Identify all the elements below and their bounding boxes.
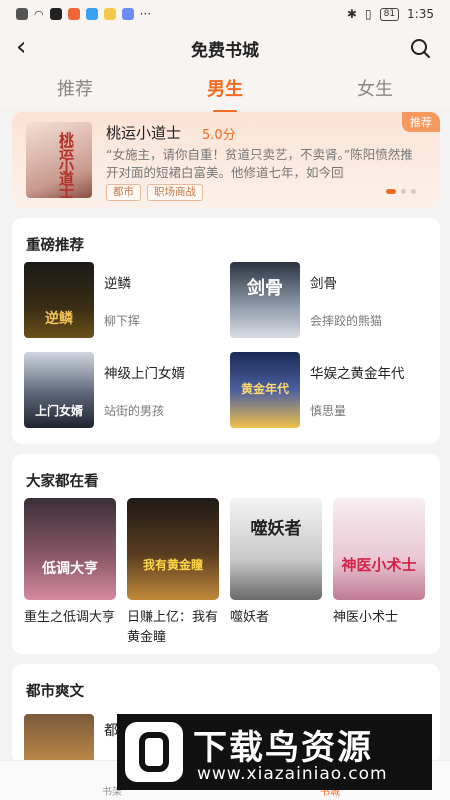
featured-title[interactable]: 桃运小道士 <box>106 122 181 143</box>
book-cover[interactable]: 逆鳞 <box>24 262 94 338</box>
book-cover[interactable]: 剑骨 <box>230 262 300 338</box>
book-cover[interactable]: 上门女婿 <box>24 352 94 428</box>
recommend-badge: 推荐 <box>402 112 440 132</box>
cover-title: 我有黄金瞳 <box>142 558 203 572</box>
wifi-icon: ◠ <box>34 7 44 21</box>
featured-cover-title: 桃运小道士 <box>57 132 75 197</box>
book-cover[interactable]: 噬妖者 <box>230 498 322 600</box>
book-cover[interactable]: 神医小术士 <box>333 498 425 600</box>
book-cover[interactable]: 我有黄金瞳 <box>127 498 219 600</box>
cover-title: 噬妖者 <box>250 519 302 539</box>
book-author: 慎思量 <box>310 404 347 418</box>
book-item[interactable]: 逆鳞 逆鳞 柳下挥 <box>24 262 224 338</box>
book-title[interactable]: 剑骨 <box>310 272 337 292</box>
back-icon[interactable]: ‹ <box>16 34 26 60</box>
clock: 1:35 <box>407 7 434 21</box>
book-item[interactable]: 噬妖者 噬妖者 <box>230 498 322 628</box>
app2-icon <box>103 8 116 20</box>
book-author: 柳下挥 <box>104 314 141 328</box>
watermark-url: www.xiazainiao.com <box>197 764 388 784</box>
app-icon <box>67 8 80 20</box>
section-title: 都市爽文 <box>26 684 84 700</box>
top-bar: ‹ 免费书城 <box>0 28 450 68</box>
book-cover[interactable]: 低调大亨 <box>24 498 116 600</box>
book-author: 会摔跤的熊猫 <box>310 314 383 328</box>
sim-icon <box>16 8 28 20</box>
book-cover[interactable]: 黄金年代 <box>230 352 300 428</box>
book-title[interactable]: 逆鳞 <box>104 272 131 292</box>
more-icon: ··· <box>139 7 152 21</box>
book-item[interactable]: 低调大亨 重生之低调大亨 <box>24 498 116 628</box>
book-title[interactable]: 日赚上亿：我有黄金瞳 <box>127 608 219 648</box>
app3-icon <box>121 8 134 20</box>
page-title: 免费书城 <box>191 40 259 61</box>
book-title[interactable]: 华娱之黄金年代 <box>310 362 405 382</box>
category-tabs: 推荐 男生 女生 <box>0 68 450 113</box>
tab-female[interactable]: 女生 <box>325 75 425 101</box>
featured-description: “女施主，请你自重！贫道只卖艺，不卖肾。”陈阳愤然推开对面的短裙白富美。他修道七… <box>106 147 413 180</box>
cover-title: 上门女婿 <box>34 404 83 418</box>
featured-banner[interactable]: 桃运小道士 桃运小道士 5.0分 “女施主，请你自重！贫道只卖艺，不卖肾。”陈阳… <box>12 112 440 208</box>
status-bar: ◠ ··· ✱ ▯ 81 1:35 <box>0 0 450 28</box>
carousel-dots <box>386 189 416 194</box>
vibrate-icon: ▯ <box>364 7 372 21</box>
carousel-dot <box>401 189 406 194</box>
book-title[interactable]: 噬妖者 <box>230 608 322 628</box>
watermark-logo-icon <box>125 722 183 782</box>
book-title[interactable]: 重生之低调大亨 <box>24 608 116 628</box>
carousel-dot <box>411 189 416 194</box>
cover-title: 逆鳞 <box>45 311 73 327</box>
battery-indicator: 81 <box>379 7 400 21</box>
book-author: 站街的男孩 <box>104 404 165 418</box>
watermark-banner: 下载鸟资源 www.xiazainiao.com <box>117 714 432 790</box>
bluetooth-icon: ✱ <box>346 7 357 21</box>
tiktok-icon <box>49 8 62 20</box>
status-icons-left: ◠ ··· <box>16 7 151 21</box>
featured-cover[interactable]: 桃运小道士 <box>26 122 92 198</box>
section-popular: 大家都在看 低调大亨 重生之低调大亨 我有黄金瞳 日赚上亿：我有黄金瞳 噬妖者 … <box>12 454 440 654</box>
book-item[interactable]: 黄金年代 华娱之黄金年代 慎思量 <box>230 352 430 428</box>
carousel-dot-active <box>386 189 396 194</box>
featured-tags: 都市 职场商战 <box>106 184 203 201</box>
cover-title: 剑骨 <box>247 278 283 299</box>
tab-recommend[interactable]: 推荐 <box>25 75 125 101</box>
search-icon[interactable] <box>410 38 430 58</box>
tag-chip[interactable]: 都市 <box>106 184 141 201</box>
book-title[interactable]: 都 <box>104 720 118 740</box>
book-title[interactable]: 神医小术士 <box>333 608 425 628</box>
book-title[interactable]: 神级上门女婿 <box>104 362 185 382</box>
book-cover[interactable] <box>24 714 94 764</box>
tab-male[interactable]: 男生 <box>175 75 275 113</box>
cover-title: 神医小术士 <box>341 556 417 574</box>
book-item[interactable]: 上门女婿 神级上门女婿 站街的男孩 <box>24 352 224 428</box>
wechat-icon <box>85 8 98 20</box>
status-icons-right: ✱ ▯ 81 1:35 <box>347 7 434 21</box>
section-title: 重磅推荐 <box>26 238 84 254</box>
section-title: 大家都在看 <box>26 474 99 490</box>
watermark-text: 下载鸟资源 <box>193 728 373 768</box>
book-item[interactable]: 神医小术士 神医小术士 <box>333 498 425 628</box>
cover-title: 黄金年代 <box>240 382 289 396</box>
featured-score: 5.0分 <box>202 128 236 143</box>
book-item[interactable]: 剑骨 剑骨 会摔跤的熊猫 <box>230 262 430 338</box>
section-heavy-recommend: 重磅推荐 逆鳞 逆鳞 柳下挥 剑骨 剑骨 会摔跤的熊猫 上门女婿 神级上门女婿 … <box>12 218 440 444</box>
tag-chip[interactable]: 职场商战 <box>147 184 203 201</box>
book-item[interactable]: 我有黄金瞳 日赚上亿：我有黄金瞳 <box>127 498 219 648</box>
cover-title: 低调大亨 <box>42 561 98 577</box>
